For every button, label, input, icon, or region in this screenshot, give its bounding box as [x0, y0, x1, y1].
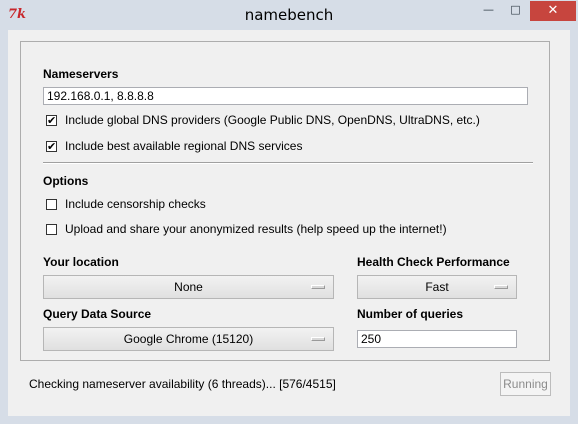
include-regional-checkbox[interactable]: ✔ — [46, 140, 57, 152]
dropdown-indicator-icon — [311, 337, 325, 341]
include-regional-label: Include best available regional DNS serv… — [65, 139, 303, 153]
status-text: Checking nameserver availability (6 thre… — [29, 377, 336, 391]
dropdown-indicator-icon — [494, 285, 508, 289]
settings-group: Nameservers 192.168.0.1, 8.8.8.8 ✔ Inclu… — [20, 41, 550, 361]
query-source-dropdown[interactable]: Google Chrome (15120) — [43, 327, 334, 351]
include-regional-row[interactable]: ✔ Include best available regional DNS se… — [46, 138, 302, 154]
censorship-checkbox[interactable] — [46, 198, 57, 210]
query-source-label: Query Data Source — [43, 307, 152, 321]
location-label: Your location — [43, 255, 119, 269]
close-button[interactable]: ✕ — [530, 1, 576, 21]
options-label: Options — [43, 174, 89, 188]
upload-checkbox[interactable] — [46, 223, 57, 235]
title-bar[interactable]: 7k namebench — □ ✕ — [0, 0, 578, 30]
dropdown-indicator-icon — [311, 285, 325, 289]
query-source-selected: Google Chrome (15120) — [123, 332, 254, 346]
location-selected: None — [174, 280, 203, 294]
section-divider — [43, 162, 533, 164]
num-queries-input[interactable]: 250 — [357, 330, 517, 348]
client-area: Nameservers 192.168.0.1, 8.8.8.8 ✔ Inclu… — [8, 30, 570, 416]
upload-row[interactable]: Upload and share your anonymized results… — [46, 221, 447, 237]
running-button: Running — [500, 372, 551, 396]
nameservers-label: Nameservers — [43, 67, 119, 81]
health-selected: Fast — [425, 280, 449, 294]
maximize-button[interactable]: □ — [502, 1, 529, 21]
num-queries-label: Number of queries — [357, 307, 464, 321]
location-dropdown[interactable]: None — [43, 275, 334, 299]
include-global-label: Include global DNS providers (Google Pub… — [65, 113, 480, 127]
censorship-label: Include censorship checks — [65, 197, 206, 211]
minimize-button[interactable]: — — [475, 1, 502, 21]
include-global-checkbox[interactable]: ✔ — [46, 114, 57, 126]
upload-label: Upload and share your anonymized results… — [65, 222, 447, 236]
censorship-row[interactable]: Include censorship checks — [46, 196, 206, 212]
health-dropdown[interactable]: Fast — [357, 275, 517, 299]
app-window: 7k namebench — □ ✕ Nameservers 192.168.0… — [0, 0, 578, 424]
include-global-row[interactable]: ✔ Include global DNS providers (Google P… — [46, 112, 480, 128]
nameservers-input[interactable]: 192.168.0.1, 8.8.8.8 — [43, 87, 528, 105]
health-label: Health Check Performance — [357, 255, 510, 269]
